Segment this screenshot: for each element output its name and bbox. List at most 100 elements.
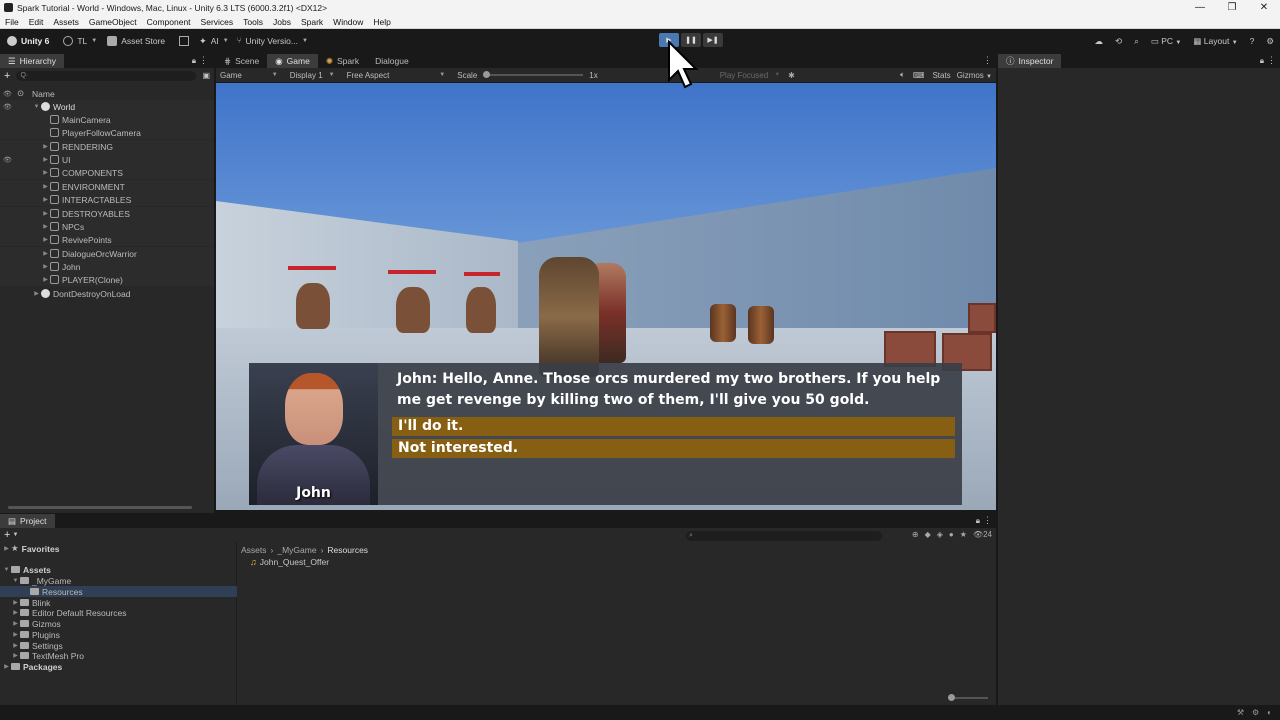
expand-arrow-icon[interactable]: ▼ (2, 567, 11, 573)
tree-item[interactable]: PlayerFollowCamera (0, 126, 214, 139)
visibility-icon[interactable]: 👁︎ (3, 103, 12, 111)
tree-item[interactable]: MainCamera (0, 113, 214, 126)
menu-file[interactable]: File (5, 17, 19, 27)
horizontal-scrollbar[interactable] (8, 506, 192, 509)
menu-services[interactable]: Services (201, 17, 234, 27)
tab-spark[interactable]: ✺ Spark (318, 54, 367, 68)
tab-hierarchy[interactable]: ☰ Hierarchy (0, 54, 64, 68)
breadcrumb-item[interactable]: _MyGame (277, 545, 316, 555)
tree-item-dontdestroyonload[interactable]: ▶ DontDestroyOnLoad (0, 287, 214, 300)
game-viewport[interactable]: John John: Hello, Anne. Those orcs murde… (216, 83, 996, 510)
cloud-icon[interactable]: ☁ (1094, 36, 1103, 47)
expand-arrow-icon[interactable]: ▶ (11, 652, 20, 659)
step-button[interactable]: ▶❚ (703, 33, 723, 47)
more-icon[interactable]: ⋮ (1267, 55, 1276, 66)
close-button[interactable]: ✕ (1248, 0, 1280, 15)
view-dropdown[interactable]: Game ▼ (220, 71, 278, 80)
breadcrumb-item[interactable]: Assets (241, 545, 267, 555)
hierarchy-search-input[interactable]: Q· (16, 70, 197, 81)
expand-arrow-icon[interactable]: ▶ (2, 545, 11, 552)
expand-arrow-icon[interactable]: ▶ (11, 631, 20, 638)
tree-item[interactable]: ▶ COMPONENTS (0, 166, 214, 179)
notification-icon[interactable]: ◐ (1267, 708, 1272, 717)
search-by-type-icon[interactable]: ⊕ (912, 530, 919, 539)
menu-component[interactable]: Component (147, 17, 191, 27)
version-control-dropdown[interactable]: ⑂ Unity Versio... ▼ (237, 36, 308, 46)
expand-arrow-icon[interactable]: ▶ (11, 620, 20, 627)
expand-arrow-icon[interactable]: ▶ (41, 196, 50, 203)
label-icon[interactable]: ◆ (925, 530, 931, 539)
tree-item[interactable]: ▶ RENDERING (0, 140, 214, 153)
menu-gameobject[interactable]: GameObject (89, 17, 137, 27)
folder-item[interactable]: ▶ Packages (0, 661, 237, 672)
progress-icon[interactable]: ⚒ (1237, 708, 1244, 717)
folder-item[interactable]: ▶ Plugins (0, 629, 237, 640)
more-icon[interactable]: ⋮ (983, 515, 992, 526)
menu-help[interactable]: Help (373, 17, 390, 27)
tab-inspector[interactable]: ⓘ Inspector (998, 54, 1062, 68)
tree-item[interactable]: ▶ DialogueOrcWarrior (0, 247, 214, 260)
shortcuts-icon[interactable]: ⌨ (913, 71, 925, 80)
expand-arrow-icon[interactable]: ▶ (2, 663, 11, 670)
expand-arrow-icon[interactable]: ▶ (41, 210, 50, 217)
folder-item[interactable]: ▶ TextMesh Pro (0, 650, 237, 661)
gizmos-dropdown[interactable]: Gizmos ▼ (957, 71, 992, 80)
expand-arrow-icon[interactable]: ▶ (41, 263, 50, 270)
menu-tools[interactable]: Tools (243, 17, 263, 27)
create-button[interactable]: + (4, 529, 10, 541)
star-icon[interactable]: ★ (960, 530, 967, 539)
filter-icon[interactable]: ▣ (202, 71, 210, 80)
expand-arrow-icon[interactable]: ▶ (41, 183, 50, 190)
scale-slider[interactable] (483, 71, 584, 78)
chevron-down-icon[interactable]: ▼ (12, 532, 18, 538)
folder-item[interactable]: ▶ Editor Default Resources (0, 607, 237, 618)
menu-jobs[interactable]: Jobs (273, 17, 291, 27)
breadcrumb-item[interactable]: Resources (327, 545, 368, 555)
aspect-dropdown[interactable]: Free Aspect ▼ (347, 71, 446, 80)
expand-arrow-icon[interactable]: ▶ (11, 599, 20, 606)
more-icon[interactable]: ⋮ (199, 55, 208, 66)
menu-window[interactable]: Window (333, 17, 363, 27)
expand-arrow-icon[interactable]: ▶ (11, 609, 20, 616)
menu-edit[interactable]: Edit (29, 17, 44, 27)
stats-button[interactable]: Stats (932, 71, 950, 80)
account-button[interactable]: Unity 6 (7, 36, 49, 46)
menu-assets[interactable]: Assets (53, 17, 79, 27)
expand-arrow-icon[interactable]: ▶ (41, 236, 50, 243)
platform-dropdown[interactable]: ▭ PC ▼ (1151, 36, 1182, 47)
expand-arrow-icon[interactable]: ▶ (41, 276, 50, 283)
tab-project[interactable]: ▤ Project (0, 514, 55, 528)
folder-item-selected[interactable]: Resources (0, 586, 237, 597)
tree-item[interactable]: ▶ PLAYER(Clone) (0, 273, 214, 286)
tree-item[interactable]: ▶ RevivePoints (0, 233, 214, 246)
tree-item[interactable]: ▶ NPCs (0, 220, 214, 233)
tag-icon[interactable]: ◈ (937, 530, 943, 539)
tab-dialogue[interactable]: Dialogue (367, 54, 417, 68)
folder-item[interactable]: ▼ _MyGame (0, 575, 237, 586)
package-button[interactable] (179, 36, 193, 46)
tree-item[interactable]: ▶ ENVIRONMENT (0, 180, 214, 193)
lock-icon[interactable]: 🔒︎ (976, 516, 980, 526)
create-button[interactable]: + (4, 70, 10, 82)
layout-dropdown[interactable]: ▦ Layout ▼ (1193, 36, 1237, 47)
folder-item[interactable]: ▼ Assets (0, 564, 237, 575)
tab-game[interactable]: ◉ Game (267, 54, 318, 68)
history-icon[interactable]: ⟲ (1115, 36, 1122, 47)
pick-icon[interactable]: ⊙ (17, 88, 24, 99)
slider-thumb[interactable] (948, 694, 955, 701)
play-focused-dropdown[interactable]: Play Focused ▼ (720, 71, 780, 80)
icon-size-slider[interactable] (948, 694, 988, 701)
user-dropdown[interactable]: TL ▼ (63, 36, 97, 46)
menu-spark[interactable]: Spark (301, 17, 323, 27)
debug-icon[interactable]: ⚙ (1252, 708, 1259, 717)
info-icon[interactable]: ● (949, 530, 954, 539)
dialogue-choice-decline[interactable]: Not interested. (392, 439, 955, 458)
lock-icon[interactable]: 🔒︎ (192, 56, 196, 66)
expand-arrow-icon[interactable]: ▶ (41, 169, 50, 176)
tree-item[interactable]: ▶ John (0, 260, 214, 273)
lock-icon[interactable]: 🔒︎ (1260, 56, 1264, 66)
expand-arrow-icon[interactable]: ▶ (41, 143, 50, 150)
tree-item-world[interactable]: 👁︎ ▼ World (0, 100, 214, 113)
tree-item[interactable]: 👁︎ ▶ UI (0, 153, 214, 166)
minimize-button[interactable]: — (1184, 0, 1216, 15)
